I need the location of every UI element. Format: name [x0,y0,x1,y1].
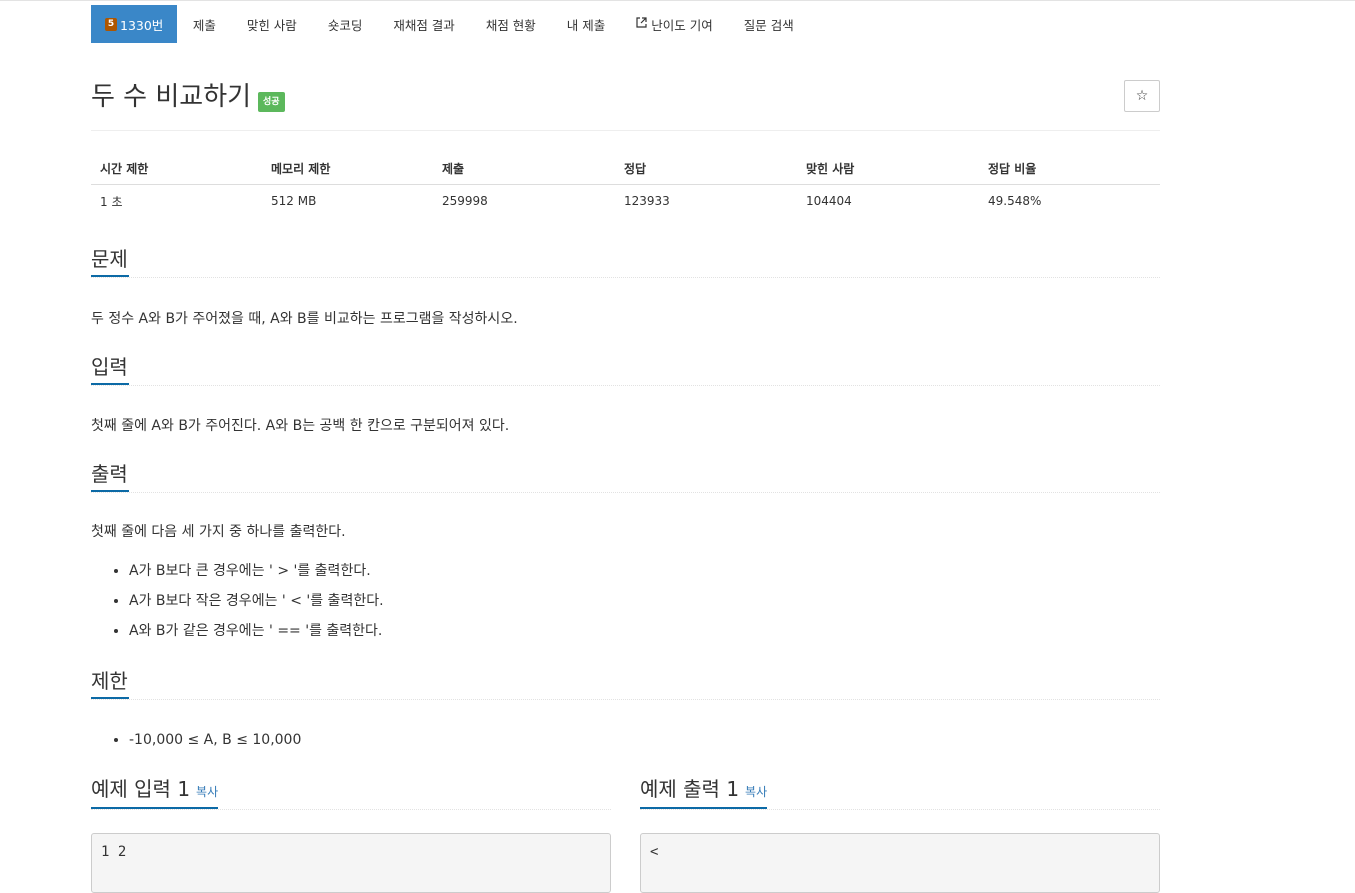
copy-sample-input-button[interactable]: 복사 [196,785,218,799]
section-limit-title: 제한 [91,667,129,699]
tab-question-search[interactable]: 질문 검색 [728,5,809,43]
value-accepted: 123933 [624,194,670,208]
tab-my-submissions-label: 내 제출 [566,17,606,33]
sample-input-header: 예제 입력 1 복사 [91,775,611,810]
output-description: 첫째 줄에 다음 세 가지 중 하나를 출력한다. [91,524,346,540]
title-divider [91,130,1160,131]
tier-badge-icon: 5 [105,17,117,31]
tab-judge-status-label: 채점 현황 [485,17,536,33]
section-output-header: 출력 [91,460,1160,493]
favorite-star-button[interactable]: ☆ [1124,80,1160,112]
tab-submit[interactable]: 제출 [177,5,231,43]
output-rules-list: A가 B보다 큰 경우에는 ' > '를 출력한다. A가 B보다 작은 경우에… [91,561,384,651]
sample-input-content: 1 2 [91,833,611,893]
info-value-row: 1 초 512 MB 259998 123933 104404 49.548% [91,185,1160,218]
problem-nav: 5 1330번 제출 맞힌 사람 숏코딩 재채점 결과 채점 현황 내 제출 난… [91,5,809,43]
tab-problem[interactable]: 5 1330번 [91,5,178,43]
list-item: A가 B보다 작은 경우에는 ' < '를 출력한다. [129,591,384,621]
tab-submit-label: 제출 [192,17,216,33]
value-solved-users: 104404 [806,194,852,208]
problem-info-table: 시간 제한 메모리 제한 제출 정답 맞힌 사람 정답 비율 1 초 512 M… [91,152,1160,217]
value-accept-ratio: 49.548% [988,194,1042,208]
section-input-header: 입력 [91,353,1160,386]
list-item: -10,000 ≤ A, B ≤ 10,000 [129,730,301,760]
header-solved-users: 맞힌 사람 [797,152,979,185]
header-submissions: 제출 [433,152,615,185]
tab-my-submissions[interactable]: 내 제출 [551,5,620,43]
star-icon: ☆ [1135,88,1149,104]
value-submissions: 259998 [442,194,488,208]
external-link-icon [636,17,649,31]
list-item: A가 B보다 큰 경우에는 ' > '를 출력한다. [129,561,384,591]
sample-input-heading: 예제 입력 1 [91,777,191,801]
top-border [0,0,1355,1]
tab-short-coding[interactable]: 숏코딩 [312,5,378,43]
tab-solved-users-label: 맞힌 사람 [246,17,297,33]
tab-rejudge-results[interactable]: 재채점 결과 [378,5,470,43]
sample-output-content: < [640,833,1160,893]
value-time-limit: 1 초 [100,194,123,209]
tab-short-coding-label: 숏코딩 [327,17,363,33]
tab-question-search-label: 질문 검색 [743,17,794,33]
header-time-limit: 시간 제한 [91,152,262,185]
tab-difficulty-contribution-label: 난이도 기여 [651,17,713,33]
sample-input-panel: 예제 입력 1 복사 1 2 [91,775,611,893]
sample-output-header: 예제 출력 1 복사 [640,775,1160,810]
header-memory-limit: 메모리 제한 [262,152,433,185]
sample-input-title: 예제 입력 1 복사 [91,775,219,809]
sample-output-heading: 예제 출력 1 [640,777,740,801]
header-accept-ratio: 정답 비율 [979,152,1160,185]
problem-title: 두 수 비교하기 [91,82,252,112]
input-description: 첫째 줄에 A와 B가 주어진다. A와 B는 공백 한 칸으로 구분되어져 있… [91,418,510,434]
section-description-title: 문제 [91,245,129,277]
tab-difficulty-contribution[interactable]: 난이도 기여 [621,5,728,43]
header-accepted: 정답 [615,152,797,185]
list-item: A와 B가 같은 경우에는 ' == '를 출력한다. [129,621,384,651]
section-output-title: 출력 [91,460,129,492]
status-badge: 성공 [258,92,285,112]
tab-problem-label: 1330번 [120,17,164,33]
limit-list: -10,000 ≤ A, B ≤ 10,000 [91,730,301,760]
sample-output-title: 예제 출력 1 복사 [640,775,768,809]
tab-solved-users[interactable]: 맞힌 사람 [231,5,312,43]
problem-title-row: 두 수 비교하기 성공 ☆ [91,80,1160,120]
section-input-title: 입력 [91,353,129,385]
section-limit-header: 제한 [91,667,1160,700]
tab-judge-status[interactable]: 채점 현황 [470,5,551,43]
problem-description: 두 정수 A와 B가 주어졌을 때, A와 B를 비교하는 프로그램을 작성하시… [91,311,518,327]
section-description-header: 문제 [91,245,1160,278]
info-header-row: 시간 제한 메모리 제한 제출 정답 맞힌 사람 정답 비율 [91,152,1160,185]
copy-sample-output-button[interactable]: 복사 [745,785,767,799]
sample-output-panel: 예제 출력 1 복사 < [640,775,1160,893]
tab-rejudge-results-label: 재채점 결과 [393,17,455,33]
value-memory-limit: 512 MB [271,194,317,208]
